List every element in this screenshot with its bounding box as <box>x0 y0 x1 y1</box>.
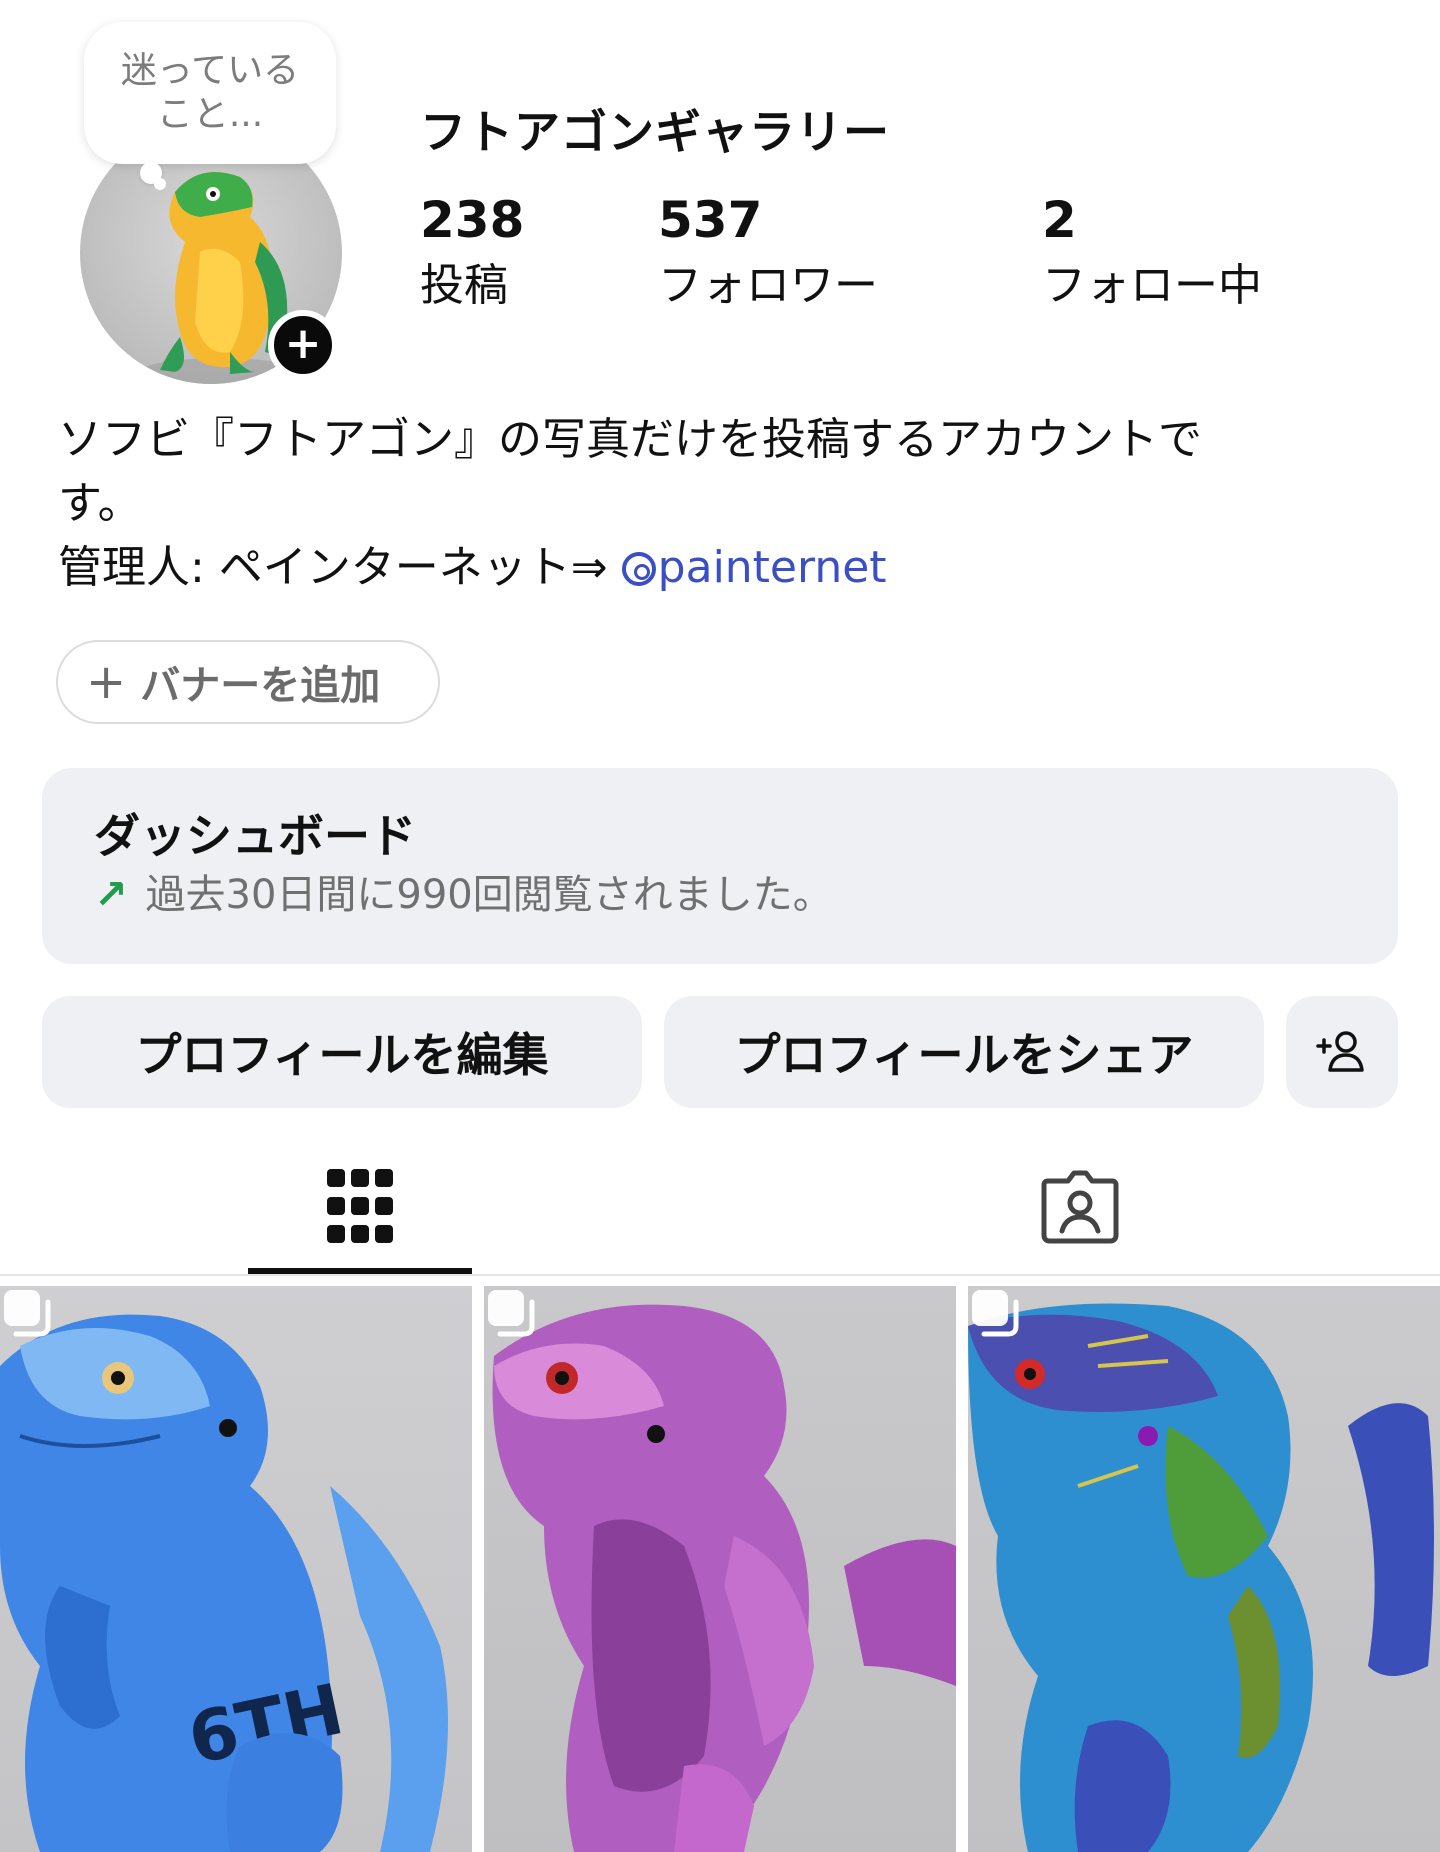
grid-icon <box>327 1169 393 1243</box>
edit-profile-label: プロフィールを編集 <box>135 1028 549 1082</box>
post-thumbnail-1[interactable]: 6TH <box>0 1286 472 1852</box>
threads-link[interactable]: painternet <box>621 542 887 593</box>
threads-handle: painternet <box>657 542 887 593</box>
discover-people-button[interactable] <box>1286 996 1398 1108</box>
posts-label: 投稿 <box>420 260 508 311</box>
followers-count: 537 <box>658 191 763 249</box>
add-banner-button[interactable]: + バナーを追加 <box>56 640 440 724</box>
note-bubble[interactable]: 迷っている こと... <box>84 22 336 164</box>
followers-label: フォロワー <box>658 260 878 311</box>
posts-count: 238 <box>420 191 525 249</box>
edit-profile-button[interactable]: プロフィールを編集 <box>42 996 642 1108</box>
add-banner-label: バナーを追加 <box>140 663 381 709</box>
add-story-button[interactable]: + <box>268 310 338 380</box>
bio-line-1: ソフビ『フトアゴン』の写真だけを投稿するアカウントで <box>58 414 1202 465</box>
tab-divider <box>0 1274 1440 1276</box>
following-label: フォロー中 <box>1042 260 1262 311</box>
threads-icon <box>621 552 656 586</box>
note-text: 迷っている こと... <box>120 50 300 135</box>
bio: ソフビ『フトアゴン』の写真だけを投稿するアカウントで す。 管理人: ペインター… <box>58 408 1388 600</box>
following-count: 2 <box>1042 191 1077 249</box>
post-thumbnail-2[interactable] <box>484 1286 956 1852</box>
dashboard-subtitle-row: ↗ 過去30日間に990回閲覧されました。 <box>94 870 1346 920</box>
profile-name: フトアゴンギャラリー <box>420 105 890 159</box>
dashboard-subtitle: 過去30日間に990回閲覧されました。 <box>145 872 833 918</box>
carousel-icon <box>972 1290 1019 1337</box>
followers-stat[interactable]: 537 フォロワー <box>658 190 878 316</box>
posts-stat[interactable]: 238 投稿 <box>420 190 524 316</box>
tab-posts-grid[interactable] <box>248 1140 472 1274</box>
bio-line-2: す。 <box>58 478 142 529</box>
bio-admin-text: 管理人: ペインターネット⇒ <box>58 542 622 593</box>
glitter-lizard-image <box>968 1303 1434 1852</box>
share-profile-label: プロフィールをシェア <box>734 1028 1194 1082</box>
dashboard-title: ダッシュボード <box>94 809 416 863</box>
share-profile-button[interactable]: プロフィールをシェア <box>664 996 1264 1108</box>
post-thumbnail-3[interactable] <box>968 1286 1440 1852</box>
carousel-icon <box>488 1290 535 1337</box>
carousel-icon <box>4 1290 51 1337</box>
note-bubble-tail-small <box>154 178 166 190</box>
following-stat[interactable]: 2 フォロー中 <box>1042 190 1262 316</box>
tab-tagged[interactable] <box>968 1140 1192 1274</box>
dashboard-card[interactable]: ダッシュボード ↗ 過去30日間に990回閲覧されました。 <box>42 768 1398 964</box>
bio-line-3: 管理人: ペインターネット⇒ painternet <box>58 536 1388 600</box>
plus-icon: + <box>86 654 127 710</box>
purple-lizard-image <box>492 1304 956 1852</box>
add-person-icon <box>1316 1031 1364 1072</box>
tagged-person-icon <box>1041 1170 1119 1244</box>
blue-lizard-image: 6TH <box>0 1314 448 1852</box>
trend-up-arrow-icon: ↗ <box>94 872 128 918</box>
